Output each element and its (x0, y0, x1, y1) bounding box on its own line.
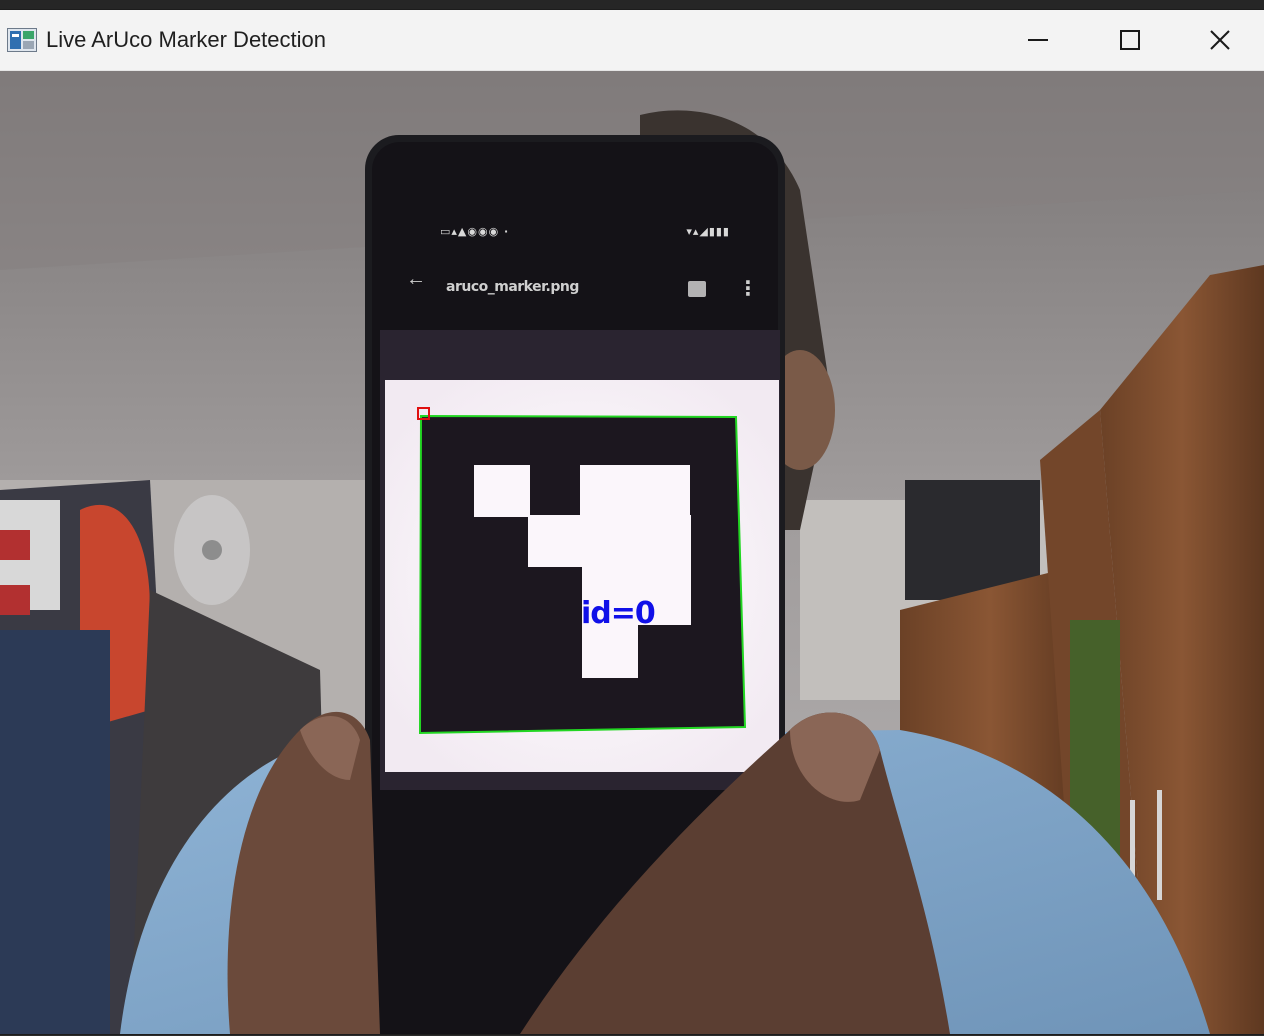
phone-more-icon: ⋮ (738, 278, 758, 300)
phone-status-bar: ▭▴▲◉◉◉ · ▾▴◢▮▮▮ (440, 225, 730, 239)
app-window: Live ArUco Marker Detection ▭▴▲◉◉◉ · ▾▴◢… (0, 10, 1264, 1034)
minimize-button[interactable] (992, 10, 1084, 70)
app-icon (7, 28, 37, 52)
phone-status-left: ▭▴▲◉◉◉ · (440, 225, 510, 238)
maximize-icon (1120, 30, 1140, 50)
phone-status-right: ▾▴◢▮▮▮ (686, 225, 730, 238)
maximize-button[interactable] (1084, 10, 1176, 70)
camera-feed: ▭▴▲◉◉◉ · ▾▴◢▮▮▮ ← aruco_marker.png ⋮ id=… (0, 71, 1264, 1034)
phone-edit-icon (688, 281, 706, 297)
phone-filename: aruco_marker.png (446, 279, 579, 295)
title-bar[interactable]: Live ArUco Marker Detection (0, 10, 1264, 71)
camera-frame (0, 71, 1264, 1034)
window-title: Live ArUco Marker Detection (46, 27, 326, 52)
marker-id-label: id=0 (581, 596, 656, 631)
desktop-top-strip (0, 0, 1264, 10)
close-icon (1210, 30, 1230, 50)
phone-back-arrow-icon: ← (406, 268, 426, 290)
minimize-icon (1028, 39, 1048, 41)
close-button[interactable] (1176, 10, 1264, 70)
